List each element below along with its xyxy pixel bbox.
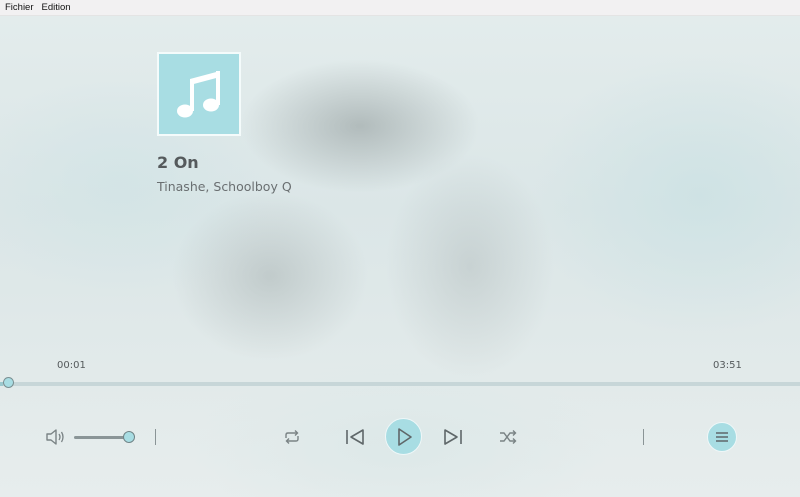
seek-bar[interactable] <box>0 382 800 386</box>
menu-bar: Fichier Edition <box>0 0 800 16</box>
current-time: 00:01 <box>57 360 86 371</box>
hamburger-menu-icon <box>716 432 728 442</box>
play-button[interactable] <box>385 418 422 455</box>
next-button[interactable] <box>441 426 465 448</box>
menu-fichier[interactable]: Fichier <box>5 0 34 15</box>
track-title: 2 On <box>157 153 199 172</box>
total-time: 03:51 <box>713 360 742 371</box>
previous-button[interactable] <box>343 426 367 448</box>
skip-next-icon <box>444 429 462 445</box>
speaker-icon <box>46 429 64 445</box>
repeat-icon <box>285 430 299 444</box>
menu-edition[interactable]: Edition <box>42 0 71 15</box>
volume-button[interactable] <box>44 427 68 447</box>
shuffle-icon <box>500 430 517 444</box>
volume-handle[interactable] <box>123 431 135 443</box>
repeat-button[interactable] <box>280 427 304 447</box>
album-art <box>157 52 241 136</box>
play-icon <box>397 427 412 446</box>
track-artist: Tinashe, Schoolboy Q <box>157 179 292 194</box>
shuffle-button[interactable] <box>496 427 520 447</box>
seek-handle[interactable] <box>3 377 14 388</box>
music-note-icon <box>177 71 220 118</box>
playlist-menu-button[interactable] <box>707 422 737 452</box>
player-background: 2 On Tinashe, Schoolboy Q 00:01 03:51 <box>0 16 800 497</box>
skip-previous-icon <box>346 429 364 445</box>
divider-left <box>155 429 156 445</box>
divider-right <box>643 429 644 445</box>
